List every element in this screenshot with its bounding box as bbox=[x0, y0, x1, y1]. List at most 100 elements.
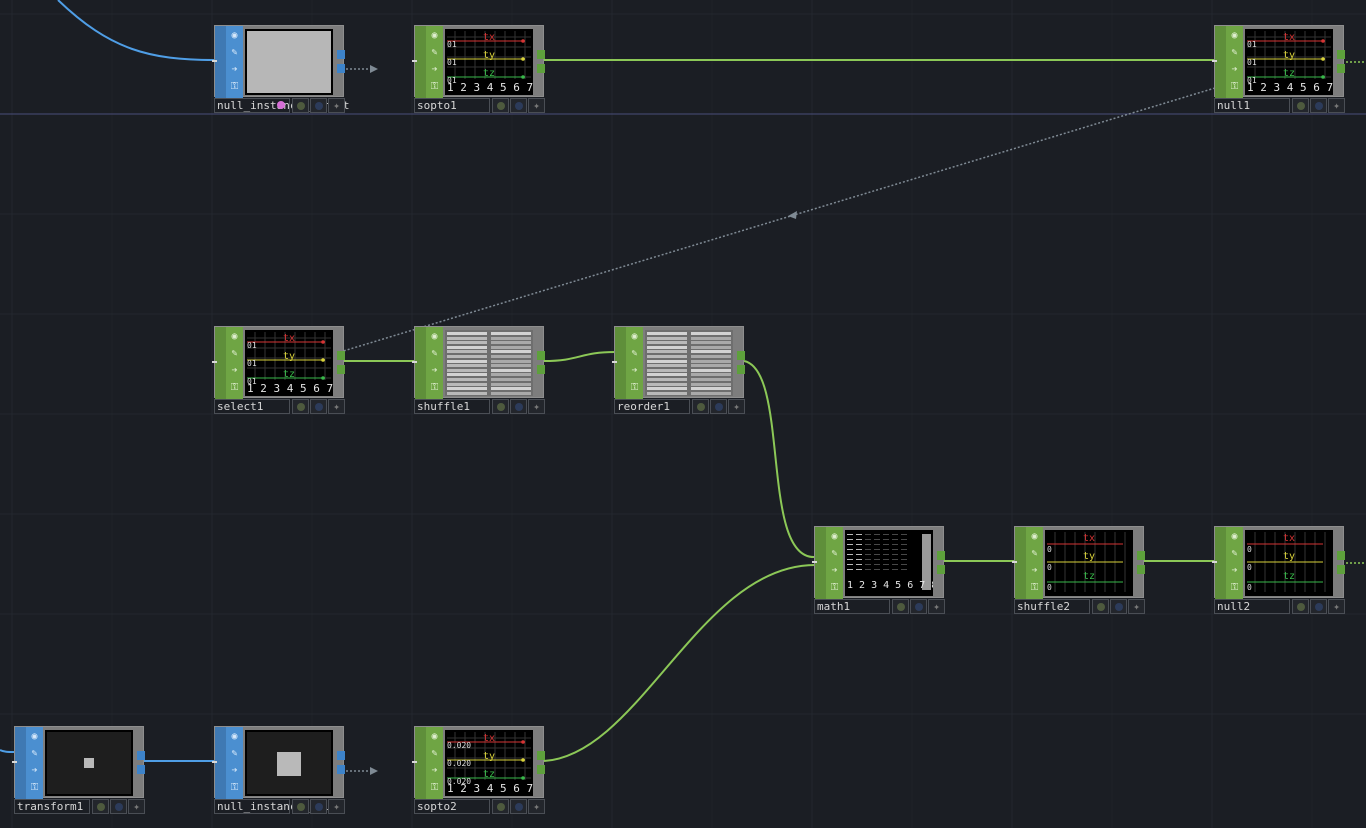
output-connector[interactable] bbox=[337, 351, 345, 360]
node-select1[interactable]: ◉✎➔⚿tx01ty01tz011 2 3 4 5 6 7 8select1✦ bbox=[212, 326, 345, 416]
node-body[interactable]: ◉ ✎ ➔ ⚿ bbox=[612, 326, 745, 399]
node-body[interactable]: ◉ ✎ ➔ ⚿ bbox=[412, 326, 545, 399]
node-name[interactable]: sopto1 bbox=[414, 98, 490, 113]
viewer-toggle-icon[interactable]: ◉ bbox=[1228, 530, 1241, 543]
output-connector[interactable] bbox=[1337, 565, 1345, 574]
lock-icon[interactable]: ⚿ bbox=[228, 80, 241, 93]
node-transform1[interactable]: ◉ ✎ ➔ ⚿ transform1 ✦ bbox=[12, 726, 145, 816]
cook-icon[interactable]: ➔ bbox=[428, 764, 441, 777]
node-viewer[interactable] bbox=[245, 29, 333, 95]
viewer-toggle-icon[interactable]: ◉ bbox=[228, 730, 241, 743]
viewer-toggle-icon[interactable]: ◉ bbox=[28, 730, 41, 743]
bypass-flag[interactable] bbox=[492, 98, 509, 113]
display-flag[interactable] bbox=[310, 399, 327, 414]
cook-icon[interactable]: ➔ bbox=[28, 764, 41, 777]
cook-icon[interactable]: ➔ bbox=[1228, 564, 1241, 577]
display-flag[interactable] bbox=[910, 599, 927, 614]
output-connector[interactable] bbox=[937, 565, 945, 574]
lock-icon[interactable]: ⚿ bbox=[1228, 80, 1241, 93]
node-viewer[interactable]: tx 0 ty 0 tz 0 bbox=[1245, 530, 1333, 596]
lock-icon[interactable]: ⚿ bbox=[228, 781, 241, 794]
viewer-flag[interactable]: ✦ bbox=[1328, 98, 1345, 113]
viewer-flag[interactable]: ✦ bbox=[328, 98, 345, 113]
display-flag[interactable] bbox=[1310, 98, 1327, 113]
input-connector[interactable] bbox=[412, 361, 417, 363]
viewer-flag[interactable]: ✦ bbox=[1328, 599, 1345, 614]
lock-icon[interactable]: ⚿ bbox=[228, 381, 241, 394]
node-sopto2[interactable]: ◉✎➔⚿tx0.020ty0.020tz0.0201 2 3 4 5 6 7 8… bbox=[412, 726, 545, 816]
display-flag[interactable] bbox=[510, 399, 527, 414]
viewer-toggle-icon[interactable]: ◉ bbox=[828, 530, 841, 543]
cook-icon[interactable]: ➔ bbox=[428, 364, 441, 377]
output-connector[interactable] bbox=[1337, 64, 1345, 73]
node-reorder1[interactable]: ◉ ✎ ➔ ⚿ reorder1 ✦ bbox=[612, 326, 745, 416]
node-body[interactable]: ◉✎➔⚿tx0.020ty0.020tz0.0201 2 3 4 5 6 7 8 bbox=[412, 726, 545, 799]
display-flag[interactable] bbox=[1310, 599, 1327, 614]
input-connector[interactable] bbox=[212, 761, 217, 763]
bypass-flag[interactable] bbox=[92, 799, 109, 814]
bypass-flag[interactable] bbox=[692, 399, 709, 414]
input-connector[interactable] bbox=[412, 761, 417, 763]
node-name[interactable]: math1 bbox=[814, 599, 890, 614]
edit-icon[interactable]: ✎ bbox=[1028, 547, 1041, 560]
lock-icon[interactable]: ⚿ bbox=[1028, 581, 1041, 594]
edit-icon[interactable]: ✎ bbox=[228, 347, 241, 360]
node-null2[interactable]: ◉ ✎ ➔ ⚿ tx 0 ty 0 tz 0 null2 ✦ bbox=[1212, 526, 1345, 616]
node-name[interactable]: null1 bbox=[1214, 98, 1290, 113]
display-flag[interactable] bbox=[310, 98, 327, 113]
input-connector[interactable] bbox=[1012, 561, 1017, 563]
viewer-toggle-icon[interactable]: ◉ bbox=[628, 330, 641, 343]
display-flag[interactable] bbox=[1110, 599, 1127, 614]
output-connector[interactable] bbox=[1137, 551, 1145, 560]
display-flag[interactable] bbox=[710, 399, 727, 414]
viewer-flag[interactable]: ✦ bbox=[728, 399, 745, 414]
output-connector[interactable] bbox=[137, 751, 145, 760]
node-body[interactable]: ◉ ✎ ➔ ⚿ bbox=[212, 25, 345, 98]
viewer-flag[interactable]: ✦ bbox=[928, 599, 945, 614]
edit-icon[interactable]: ✎ bbox=[428, 46, 441, 59]
node-name[interactable]: shuffle1 bbox=[414, 399, 490, 414]
node-viewer[interactable]: tx01ty01tz011 2 3 4 5 6 7 8 bbox=[1245, 29, 1333, 95]
input-connector[interactable] bbox=[1212, 561, 1217, 563]
display-flag[interactable] bbox=[510, 98, 527, 113]
node-null_instance_child[interactable]: ◉ ✎ ➔ ⚿ null_instance_child ✦ bbox=[212, 726, 345, 816]
node-sopto1[interactable]: ◉✎➔⚿tx01ty01tz011 2 3 4 5 6 7 8sopto1✦ bbox=[412, 25, 545, 115]
node-name[interactable]: null_instance_child bbox=[214, 799, 343, 814]
viewer-toggle-icon[interactable]: ◉ bbox=[1228, 29, 1241, 42]
lock-icon[interactable]: ⚿ bbox=[628, 381, 641, 394]
node-shuffle2[interactable]: ◉ ✎ ➔ ⚿ tx 0 ty 0 tz 0 shuffle2 ✦ bbox=[1012, 526, 1145, 616]
bypass-flag[interactable] bbox=[492, 399, 509, 414]
viewer-flag[interactable]: ✦ bbox=[328, 799, 345, 814]
node-shuffle1[interactable]: ◉ ✎ ➔ ⚿ shuffle1 ✦ bbox=[412, 326, 545, 416]
lock-icon[interactable]: ⚿ bbox=[428, 781, 441, 794]
viewer-toggle-icon[interactable]: ◉ bbox=[228, 330, 241, 343]
edit-icon[interactable]: ✎ bbox=[428, 747, 441, 760]
edit-icon[interactable]: ✎ bbox=[428, 347, 441, 360]
bypass-flag[interactable] bbox=[1292, 599, 1309, 614]
bypass-flag[interactable] bbox=[292, 799, 309, 814]
input-connector[interactable] bbox=[1212, 60, 1217, 62]
input-connector[interactable] bbox=[212, 60, 217, 62]
lock-icon[interactable]: ⚿ bbox=[428, 80, 441, 93]
node-name[interactable]: shuffle2 bbox=[1014, 599, 1090, 614]
node-body[interactable]: ◉ ✎ ➔ ⚿ tx 0 ty 0 tz 0 bbox=[1012, 526, 1145, 599]
cook-icon[interactable]: ➔ bbox=[1228, 63, 1241, 76]
cook-icon[interactable]: ➔ bbox=[228, 764, 241, 777]
viewer-flag[interactable]: ✦ bbox=[328, 399, 345, 414]
output-connector[interactable] bbox=[337, 50, 345, 59]
node-viewer[interactable] bbox=[645, 330, 733, 396]
output-connector[interactable] bbox=[737, 351, 745, 360]
display-flag[interactable] bbox=[510, 799, 527, 814]
node-viewer[interactable]: 1 2 3 4 5 6 7 8 bbox=[845, 530, 933, 596]
output-connector[interactable] bbox=[1137, 565, 1145, 574]
output-connector[interactable] bbox=[337, 365, 345, 374]
bypass-flag[interactable] bbox=[892, 599, 909, 614]
viewer-toggle-icon[interactable]: ◉ bbox=[1028, 530, 1041, 543]
lock-icon[interactable]: ⚿ bbox=[28, 781, 41, 794]
output-connector[interactable] bbox=[537, 64, 545, 73]
node-body[interactable]: ◉✎➔⚿tx01ty01tz011 2 3 4 5 6 7 8 bbox=[1212, 25, 1345, 98]
viewer-flag[interactable]: ✦ bbox=[528, 399, 545, 414]
node-body[interactable]: ◉✎➔⚿tx01ty01tz011 2 3 4 5 6 7 8 bbox=[212, 326, 345, 399]
bypass-flag[interactable] bbox=[292, 399, 309, 414]
node-viewer[interactable]: tx01ty01tz011 2 3 4 5 6 7 8 bbox=[245, 330, 333, 396]
